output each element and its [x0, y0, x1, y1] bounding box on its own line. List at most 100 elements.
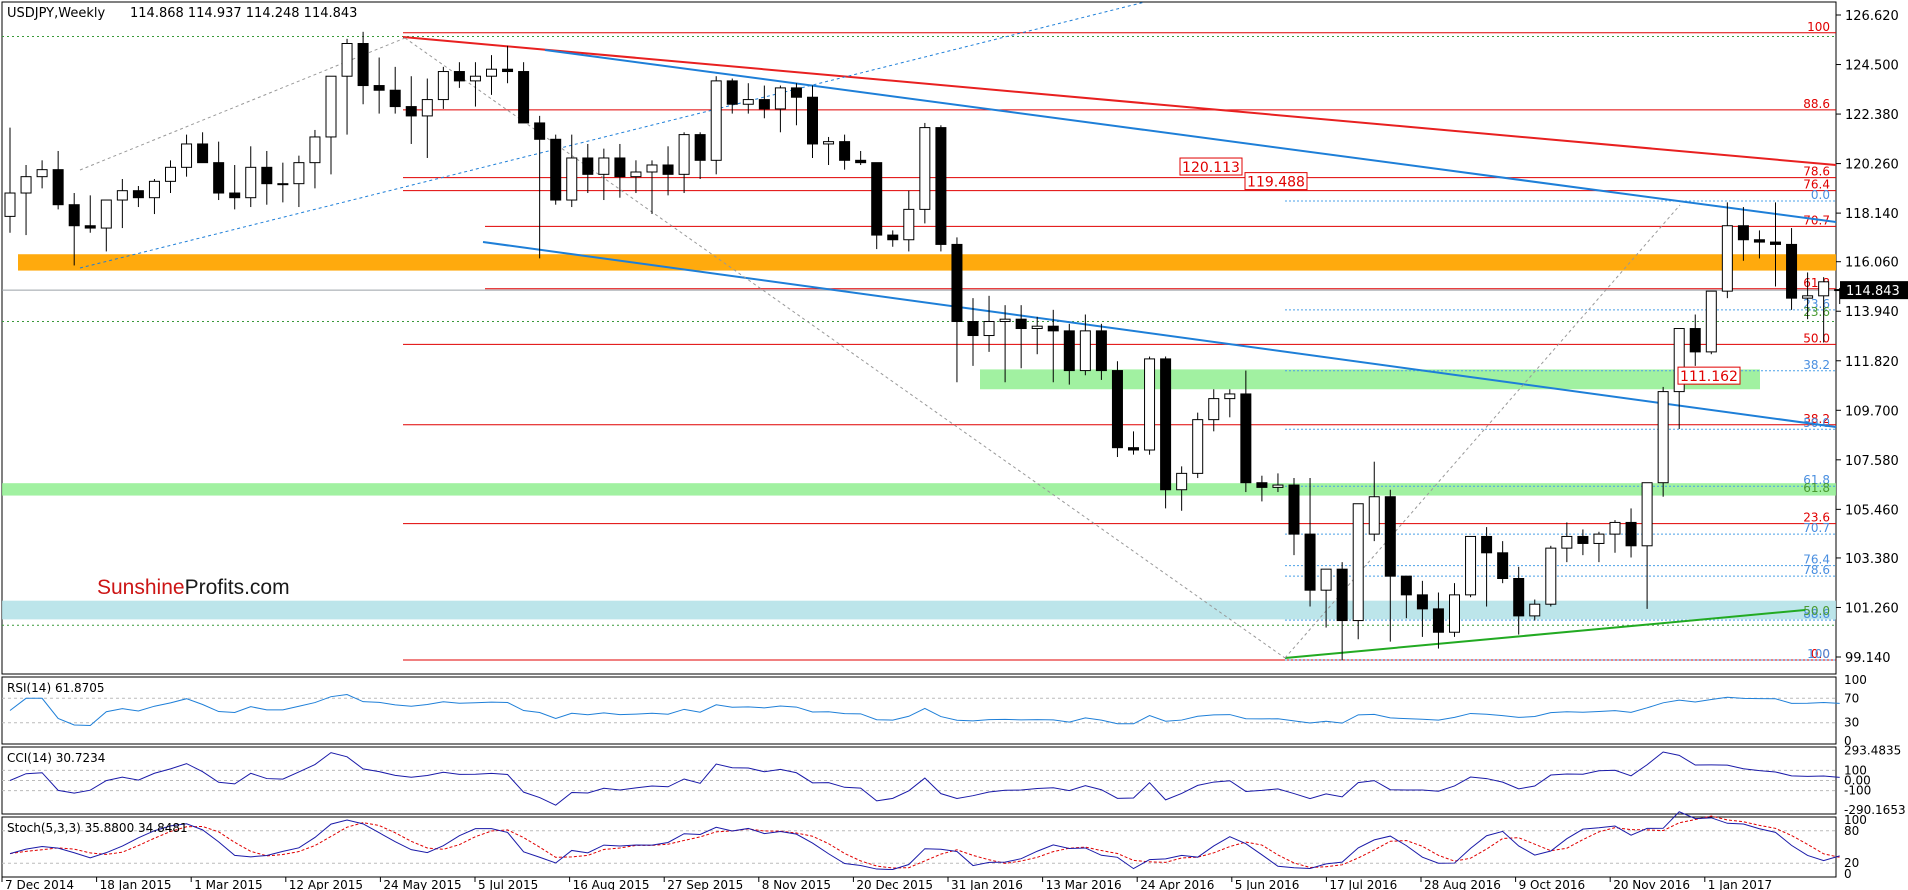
cci-pane [1, 746, 1837, 815]
candle-body-bear [662, 164, 674, 175]
candle-body-bear [1577, 535, 1589, 544]
candle [550, 134, 562, 205]
candle [790, 83, 802, 126]
candle-body-bear [1063, 330, 1075, 372]
time-tick-label: 27 Sep 2015 [667, 878, 743, 890]
candle-body-bull [1320, 568, 1332, 591]
candle-body-bear [1416, 594, 1428, 610]
candle [823, 136, 835, 165]
main-price-pane [1, 1, 1837, 675]
candle-body-bear [1160, 358, 1172, 491]
candle [1449, 583, 1460, 637]
candle-body-bull [1272, 484, 1284, 488]
candle-body-bull [903, 208, 915, 241]
candle-body-bull [678, 134, 690, 175]
candle [341, 38, 353, 135]
candle-body-bull [630, 171, 642, 178]
cci-line [9, 751, 1840, 806]
candle-body-bear [1786, 243, 1798, 299]
watermark-sunshine: Sunshine [97, 576, 185, 599]
candle [1481, 527, 1493, 607]
candle-body-bear [871, 162, 883, 236]
stoch-main-line [9, 811, 1840, 871]
candle [84, 195, 96, 233]
candle [293, 155, 305, 208]
candle-body-bull [4, 192, 16, 217]
candle [758, 85, 770, 119]
candle-body-bull [823, 141, 835, 145]
candle [678, 132, 690, 194]
price-tick-label: 116.060 [1845, 256, 1899, 271]
candle [983, 295, 995, 352]
time-tick-label: 28 Aug 2016 [1424, 878, 1501, 890]
candle-body-bull [1593, 533, 1605, 544]
candle-body-bear [68, 204, 80, 227]
candle-body-bear [357, 43, 369, 87]
candle [1352, 503, 1364, 640]
rsi-line [9, 693, 1840, 726]
price-tick-label: 118.140 [1845, 207, 1899, 222]
candle [1609, 520, 1621, 553]
candle-body-bear [1481, 535, 1493, 554]
blue-fib-label: 78.6 [1803, 563, 1830, 577]
candle [1304, 478, 1316, 607]
time-tick-label: 20 Dec 2015 [856, 878, 933, 890]
time-tick-label: 24 Apr 2016 [1140, 878, 1214, 890]
candle-body-bear [534, 122, 546, 140]
candle-body-bear [1288, 484, 1300, 535]
candle [726, 78, 738, 114]
candle-body-bear [887, 234, 899, 241]
blue-fib-label: 0.0 [1811, 188, 1830, 202]
candle-body-bear [807, 96, 818, 145]
red-fib-label: 88.6 [1803, 97, 1830, 111]
candle [52, 150, 64, 210]
indicator-panes: 10070300293.48351000.00-100-290.16531008… [2, 673, 1906, 881]
rsi-axis-label: 70 [1844, 691, 1859, 705]
candle-body-bear [1304, 533, 1316, 591]
candle [116, 179, 128, 229]
candle-body-bull [245, 166, 257, 199]
candle-body-bull [1705, 290, 1717, 353]
candle [1497, 541, 1509, 584]
candle [1368, 461, 1380, 542]
candle [919, 122, 931, 224]
blue-upper-trend-line [544, 49, 1837, 223]
candle [1753, 230, 1765, 259]
candle-body-bull [1449, 594, 1460, 633]
candle-body-bull [1176, 472, 1188, 491]
green-zone-upper [980, 369, 1760, 390]
candle [614, 143, 626, 198]
chart-symbol: USDJPY,Weekly [7, 6, 105, 21]
candle [100, 199, 112, 252]
candle [1721, 202, 1733, 299]
time-tick-label: 17 Jul 2016 [1329, 878, 1397, 890]
candle-body-bear [1095, 330, 1107, 372]
candle-body-bull [1721, 225, 1733, 292]
candle-body-bear [1128, 447, 1139, 451]
candle [1561, 522, 1573, 563]
cci-axis-label: -100 [1844, 784, 1871, 798]
candle-body-bull [148, 180, 160, 199]
time-tick-label: 20 Nov 2016 [1613, 878, 1690, 890]
candle [566, 134, 578, 208]
candle-body-bull [309, 136, 321, 164]
candle [1031, 316, 1043, 355]
rsi-label: RSI(14) 61.8705 [7, 681, 105, 695]
candle-body-bear [1432, 608, 1444, 633]
candle-body-bull [919, 127, 931, 210]
stoch-signal-line [9, 815, 1840, 869]
candle-body-bull [983, 321, 995, 337]
candle [1224, 389, 1236, 418]
candlesticks [4, 31, 1846, 661]
rsi-pane [1, 676, 1837, 745]
time-tick-label: 9 Oct 2016 [1519, 878, 1586, 890]
candle-body-bear [52, 169, 64, 206]
time-tick-label: 1 Mar 2015 [194, 878, 262, 890]
candle-body-bear [373, 85, 385, 91]
time-tick-label: 24 May 2015 [383, 878, 461, 890]
candle [20, 164, 32, 236]
candle [774, 85, 786, 133]
price-tick-label: 109.700 [1845, 404, 1899, 419]
chart-canvas: 10088.678.676.470.761.850.038.223.60.00.… [1, 1, 1908, 890]
blue-fib-label: 100 [1807, 647, 1830, 661]
